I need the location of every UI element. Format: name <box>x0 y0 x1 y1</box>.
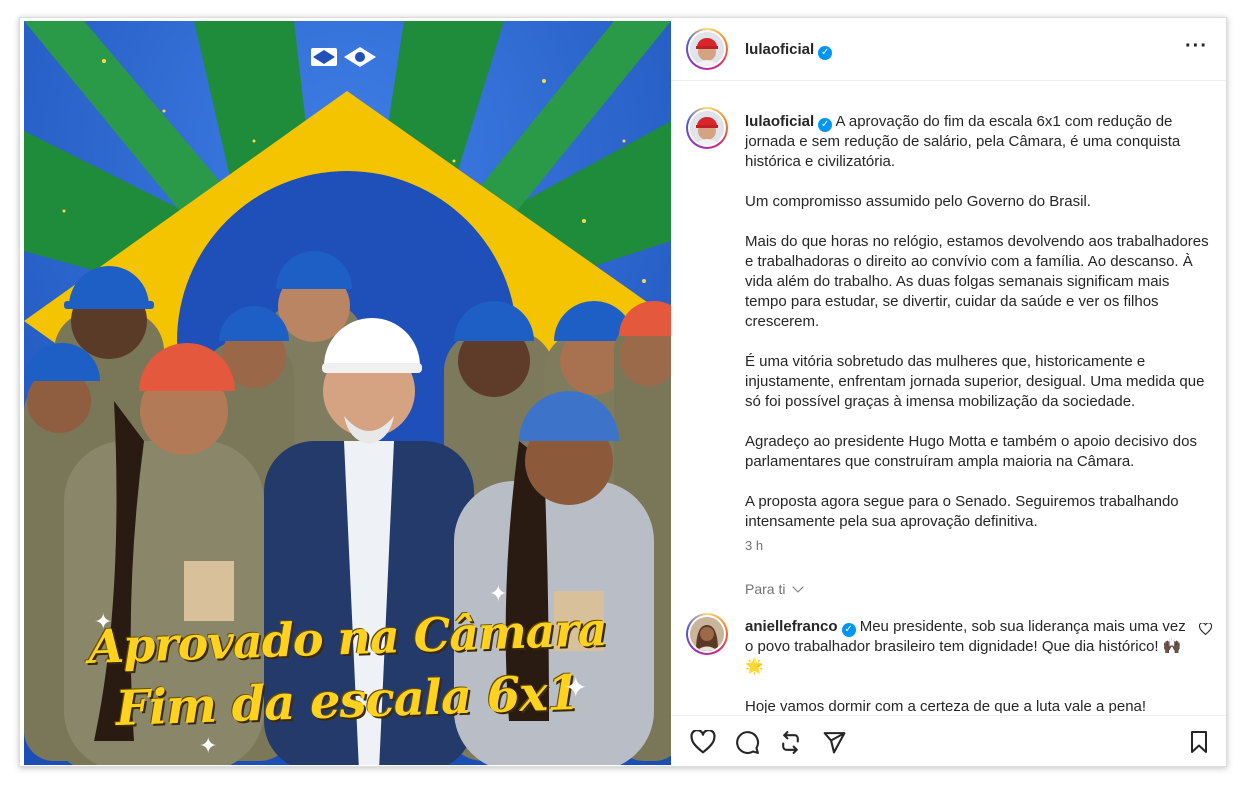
comments-scroll-area[interactable]: lulaoficial ✓ A aprovação do fim da escal… <box>671 82 1226 713</box>
sparkle-icon: ✦ <box>199 733 218 758</box>
post-action-bar <box>671 715 1226 766</box>
verified-badge-icon: ✓ <box>841 623 856 637</box>
instagram-post-window: Aprovado na Câmara Fim da escala 6x1 ✦ ✦… <box>19 17 1227 767</box>
sparkle-icon: ✦ <box>489 581 508 606</box>
comment-like-heart-icon[interactable] <box>1198 622 1213 640</box>
chevron-down-icon <box>792 581 805 593</box>
sparkle-icon: ✦ <box>564 672 588 703</box>
caption-paragraph: Agradeço ao presidente Hugo Motta e tamb… <box>745 433 1197 470</box>
like-heart-icon[interactable] <box>690 729 716 759</box>
avatar-photo <box>690 32 724 66</box>
avatar-photo <box>690 617 724 651</box>
caption-paragraph: Mais do que horas no relógio, estamos de… <box>745 233 1209 330</box>
author-username[interactable]: lulaoficial <box>745 41 814 58</box>
post-image[interactable]: Aprovado na Câmara Fim da escala 6x1 ✦ ✦… <box>24 21 671 765</box>
post-header: lulaoficial ✓ ··· <box>671 18 1226 81</box>
author-avatar[interactable] <box>686 28 728 70</box>
bookmark-save-icon[interactable] <box>1188 730 1210 759</box>
caption-author-avatar[interactable] <box>686 107 728 149</box>
verified-badge-icon: ✓ <box>818 118 833 132</box>
post-sidebar: lulaoficial ✓ ··· lulaoficial ✓ A aprovaçã… <box>671 18 1226 766</box>
send-share-icon[interactable] <box>821 730 847 760</box>
commenter-username[interactable]: aniellefranco <box>745 618 838 635</box>
sparkle-icon: ✦ <box>94 609 113 634</box>
caption-paragraph: A proposta agora segue para o Senado. Se… <box>745 493 1179 530</box>
comment-sort-dropdown[interactable]: Para ti <box>745 581 805 597</box>
comment-item: aniellefranco ✓ Meu presidente, sob sua l… <box>745 617 1195 713</box>
comment-icon[interactable] <box>735 730 760 760</box>
caption-paragraph: Um compromisso assumido pelo Governo do … <box>745 193 1091 210</box>
avatar-photo <box>690 111 724 145</box>
post-caption: lulaoficial ✓ A aprovação do fim da escal… <box>745 112 1215 552</box>
verified-badge-icon: ✓ <box>818 46 833 60</box>
repost-icon[interactable] <box>778 730 803 760</box>
more-options-icon[interactable]: ··· <box>1185 36 1208 56</box>
commenter-avatar[interactable] <box>686 613 728 655</box>
caption-username[interactable]: lulaoficial <box>745 113 814 130</box>
comment-text-continued: Hoje vamos dormir com a certeza de que a… <box>745 698 1147 713</box>
comment-sort-label: Para ti <box>745 581 786 597</box>
caption-paragraph: É uma vitória sobretudo das mulheres que… <box>745 353 1205 410</box>
post-timestamp[interactable]: 3 h <box>745 538 763 553</box>
